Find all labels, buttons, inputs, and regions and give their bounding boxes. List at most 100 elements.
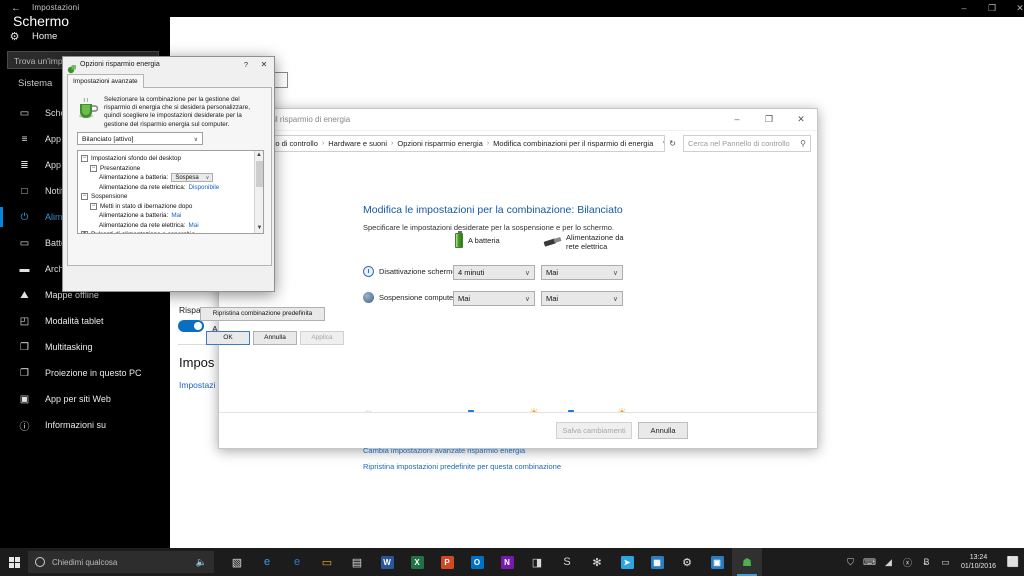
tree-item-select[interactable]: Sospesa∨ [171,173,213,182]
link-restore-defaults[interactable]: Ripristina impostazioni predefinite per … [363,462,561,471]
action-center-icon[interactable]: ⬜ [1002,557,1024,568]
network-icon[interactable]: ◢ [879,557,898,568]
control-panel-close-button[interactable]: ✕ [785,109,817,130]
tree-item[interactable]: −Presentazione [81,164,253,174]
settings-related-link[interactable]: Impostazi [179,380,215,390]
tree-item-value-link[interactable]: Mai [171,212,181,219]
sidebar-item-icon: ▭ [18,238,31,249]
sidebar-item-proiezione-in-questo-pc[interactable]: ❐Proiezione in questo PC [0,360,170,386]
power-options-taskbar-icon[interactable]: ☗ [732,548,762,576]
select-sleep-battery[interactable]: Mai ∨ [453,291,535,306]
photos-icon[interactable]: ▣ [702,548,732,576]
cancel-button[interactable]: Annulla [253,331,297,345]
word-icon[interactable]: W [372,548,402,576]
control-panel-search-input[interactable]: Cerca nel Pannello di controllo ⚲ [683,135,811,152]
tree-item-label: Pulsanti di alimentazione e coperchio [91,231,195,234]
tree-item[interactable]: Alimentazione da rete elettrica:Mai [81,221,253,231]
expand-icon[interactable]: + [81,231,88,234]
calculator-icon[interactable]: ▦ [642,548,672,576]
select-screen-off-battery[interactable]: 4 minuti ∨ [453,265,535,280]
ok-button[interactable]: OK [206,331,250,345]
collapse-icon[interactable]: − [81,155,88,162]
sidebar-item-modalit-tablet[interactable]: ◰Modalità tablet [0,308,170,334]
settings-category-title: Sistema [18,78,52,89]
excel-icon[interactable]: X [402,548,432,576]
outlook-icon[interactable]: O [462,548,492,576]
sidebar-item-label: Proiezione in questo PC [45,368,142,378]
cortana-circle-icon [35,557,45,567]
tree-item-value-link[interactable]: Mai [188,222,198,229]
settings-minimize-button[interactable]: – [950,0,978,17]
select-screen-off-ac[interactable]: Mai ∨ [541,265,623,280]
edge-icon[interactable]: e [282,548,312,576]
tree-scrollbar[interactable]: ▲ ▼ [254,151,263,233]
control-panel-maximize-button[interactable]: ❐ [753,109,785,130]
start-button[interactable] [0,548,28,576]
bluetooth-icon[interactable]: Ƀ [917,557,936,567]
tree-item[interactable]: Alimentazione da rete elettrica:Disponib… [81,183,253,193]
settings-maximize-button[interactable]: ❐ [978,0,1006,17]
antivirus-icon[interactable]: ✻ [582,548,612,576]
powerpoint-icon[interactable]: P [432,548,462,576]
security-shield-icon[interactable]: ⛉ [841,557,860,568]
breadcrumb-item-2[interactable]: Opzioni risparmio energia [397,139,482,148]
microphone-icon[interactable]: 🔈 [196,557,207,568]
sidebar-item-multitasking[interactable]: ❐Multitasking [0,334,170,360]
refresh-icon[interactable]: ↻ [665,139,680,148]
file-explorer-icon[interactable]: ▭ [312,548,342,576]
control-panel-subheading: Specificare le impostazioni desiderate p… [363,223,614,232]
sidebar-item-informazioni-su[interactable]: ⓘInformazioni su [0,412,170,438]
scroll-up-arrow-icon[interactable]: ▲ [255,151,263,160]
settings-savings-toggle[interactable] [178,320,204,332]
scrollbar-thumb[interactable] [256,161,263,187]
collapse-icon[interactable]: − [81,193,88,200]
close-icon[interactable]: ✕ [258,60,270,69]
power-plan-select[interactable]: Bilanciato [attivo] ∨ [77,132,203,145]
collapse-icon[interactable]: − [90,165,97,172]
save-changes-button[interactable]: Salva cambiamenti [556,422,632,439]
restore-plan-defaults-button[interactable]: Ripristina combinazione predefinita [200,307,325,321]
tree-item[interactable]: −Metti in stato di ibernazione dopo [81,202,253,212]
tree-item-value-link[interactable]: Disponibile [188,184,219,191]
tab-advanced-settings[interactable]: Impostazioni avanzate [67,74,144,88]
select-sleep-ac[interactable]: Mai ∨ [541,291,623,306]
taskbar-search-box[interactable]: Chiedimi qualcosa 🔈 [28,551,214,573]
breadcrumb-item-1[interactable]: Hardware e suoni [328,139,387,148]
control-panel-search-placeholder: Cerca nel Pannello di controllo [688,139,800,148]
control-panel-minimize-button[interactable]: – [721,109,753,130]
clock[interactable]: 13:24 01/10/2016 [955,553,1002,571]
tree-item[interactable]: Alimentazione a batteria:Sospesa∨ [81,173,253,183]
task-view-icon[interactable]: ▧ [222,548,252,576]
row-screen-off-label: Disattivazione schermo: [379,267,459,276]
onenote-icon[interactable]: N [492,548,522,576]
scroll-down-arrow-icon[interactable]: ▼ [255,224,264,233]
collapse-icon[interactable]: − [90,203,97,210]
antivirus-icon-glyph: ✻ [590,555,605,570]
tree-item-label: Alimentazione da rete elettrica: [99,184,185,191]
power-options-title: Opzioni risparmio energia [80,61,160,68]
battery-tray-icon[interactable]: ▭ [936,557,955,568]
sidebar-item-app-per-siti-web[interactable]: ▣App per siti Web [0,386,170,412]
breadcrumb[interactable]: › Pannello di controllo › Hardware e suo… [225,135,665,152]
tree-item[interactable]: +Pulsanti di alimentazione e coperchio [81,230,253,234]
cancel-button[interactable]: Annulla [638,422,688,439]
help-icon[interactable]: ? [240,60,252,69]
publisher-icon[interactable]: ◨ [522,548,552,576]
advanced-settings-tree[interactable]: −Impostazioni sfondo del desktop−Present… [77,150,264,234]
store-icon[interactable]: ▤ [342,548,372,576]
tree-item[interactable]: −Sospensione [81,192,253,202]
usb-device-icon[interactable]: ⌨ [860,557,879,568]
tree-item[interactable]: −Impostazioni sfondo del desktop [81,154,253,164]
settings-icon[interactable]: ⚙ [672,548,702,576]
sidebar-item-icon: ◰ [18,316,31,327]
tree-item[interactable]: Alimentazione a batteria:Mai [81,211,253,221]
settings-home-button[interactable]: ⚙ Home [8,27,57,45]
volume-muted-icon[interactable]: ⓧ [898,556,917,569]
screen-root: ← Impostazioni – ❐ ✕ ⚙ Home Trova un'imp… [0,0,1024,576]
settings-close-button[interactable]: ✕ [1006,0,1024,17]
breadcrumb-item-3[interactable]: Modifica combinazioni per il risparmio d… [493,139,653,148]
telegram-icon[interactable]: ➤ [612,548,642,576]
internet-explorer-icon[interactable]: e [252,548,282,576]
skype-icon[interactable]: S [552,548,582,576]
column-header-ac-label: Alimentazione da rete elettrica [566,233,624,251]
